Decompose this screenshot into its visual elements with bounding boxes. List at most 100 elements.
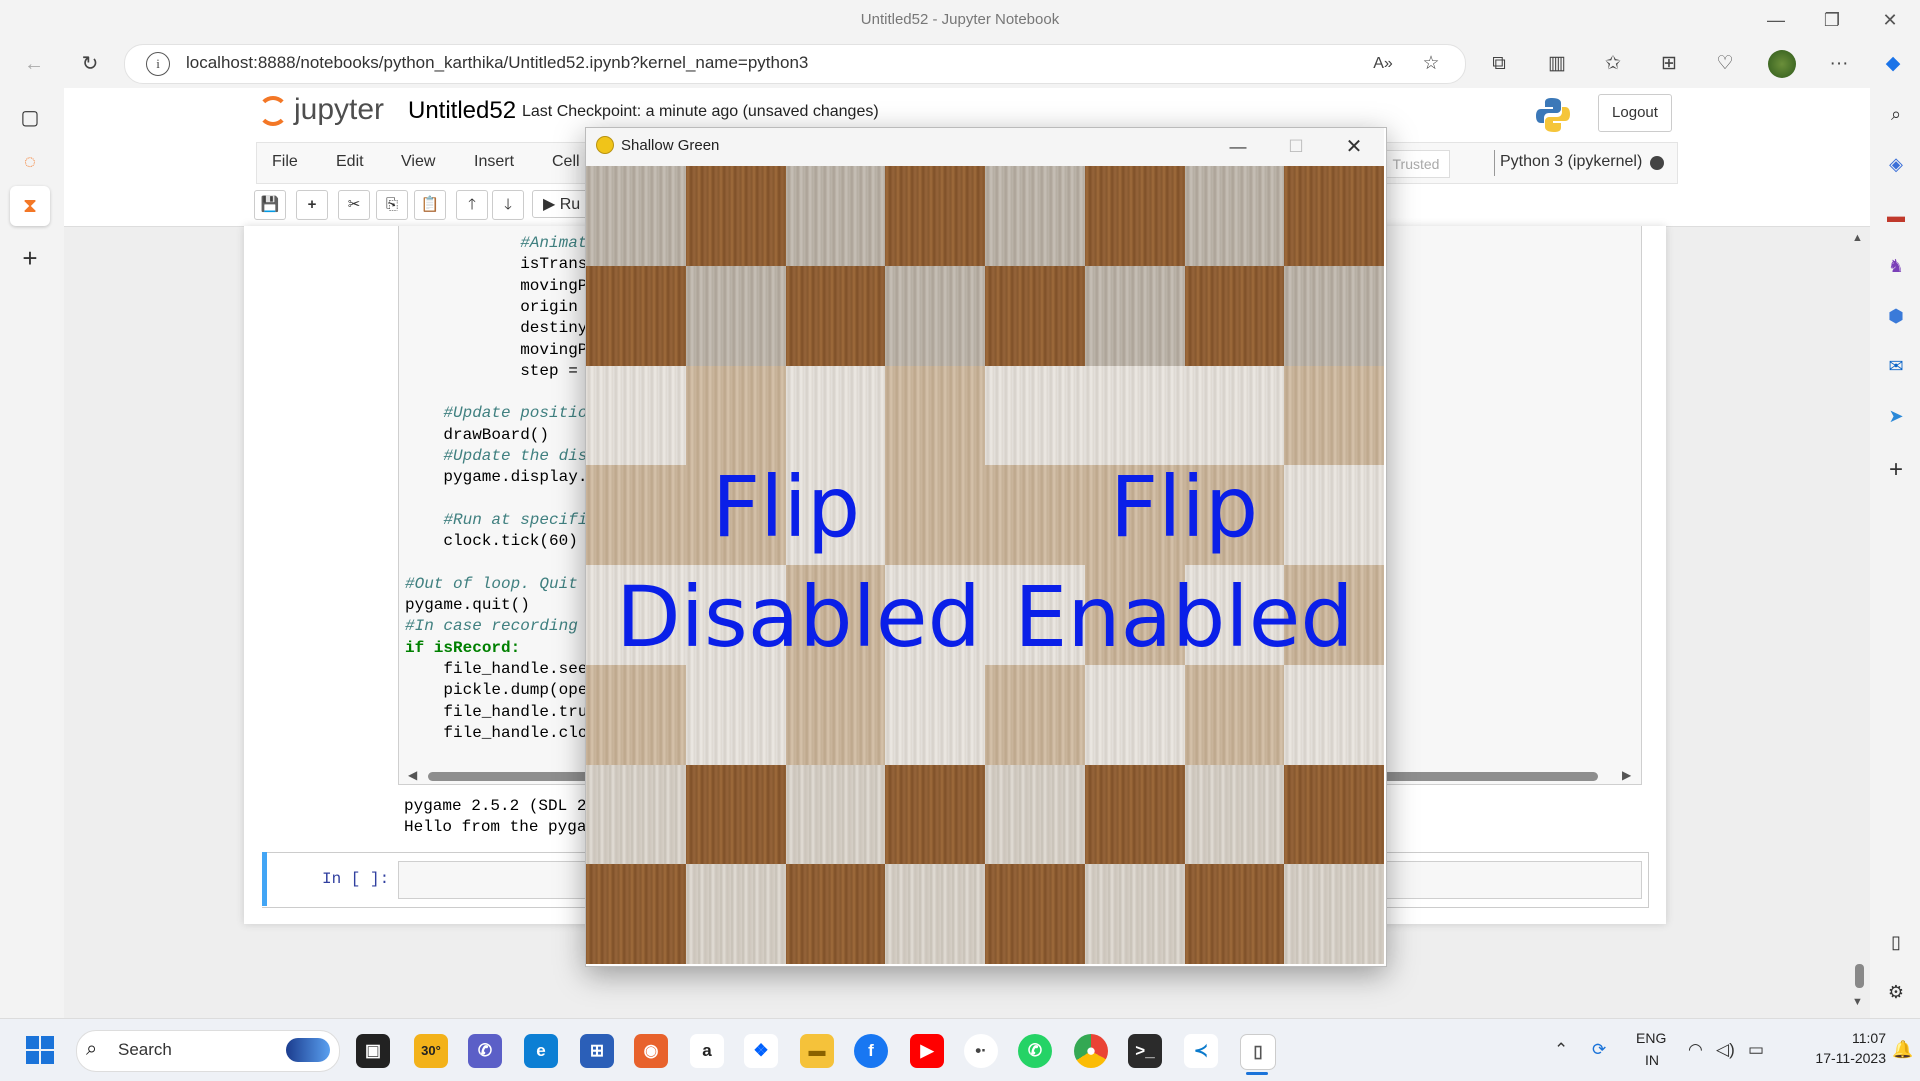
- jupyter-logo-icon[interactable]: [258, 96, 288, 126]
- save-icon[interactable]: 💾: [254, 190, 286, 220]
- whatsapp-icon[interactable]: ✆: [1018, 1034, 1052, 1068]
- board-square[interactable]: [885, 465, 985, 565]
- pygame-minimize-icon[interactable]: —: [1210, 128, 1266, 166]
- meet-icon[interactable]: •·: [964, 1034, 998, 1068]
- performance-icon[interactable]: ♡: [1708, 48, 1742, 80]
- board-square[interactable]: [985, 764, 1085, 865]
- menu-edit[interactable]: Edit: [336, 153, 364, 171]
- notepad-icon[interactable]: ▯: [1240, 1034, 1276, 1070]
- move-down-arrow-icon[interactable]: 🡓: [492, 190, 524, 220]
- facebook-icon[interactable]: f: [854, 1034, 888, 1068]
- notifications-bell-icon[interactable]: 🔔: [1892, 1040, 1913, 1060]
- board-square[interactable]: [785, 365, 886, 466]
- clock-time[interactable]: 11:07: [1810, 1030, 1886, 1046]
- add-sidebar-plus-icon[interactable]: +: [1880, 454, 1912, 486]
- favorite-star-icon[interactable]: ☆: [1414, 48, 1448, 80]
- url-text[interactable]: localhost:8888/notebooks/python_karthika…: [186, 53, 808, 73]
- wifi-icon[interactable]: ◠: [1688, 1040, 1703, 1060]
- board-square[interactable]: [985, 465, 1085, 565]
- board-square[interactable]: [586, 465, 686, 565]
- board-square[interactable]: [685, 365, 786, 466]
- board-square[interactable]: [885, 265, 985, 366]
- board-square[interactable]: [785, 166, 886, 266]
- insert-cell-plus-icon[interactable]: +: [296, 190, 328, 220]
- move-up-arrow-icon[interactable]: 🡑: [456, 190, 488, 220]
- paste-icon[interactable]: 📋: [414, 190, 446, 220]
- tools-icon[interactable]: ▬: [1880, 200, 1912, 232]
- board-square[interactable]: [1184, 265, 1285, 366]
- board-square[interactable]: [1284, 365, 1384, 466]
- board-square[interactable]: [885, 864, 985, 964]
- board-square[interactable]: [586, 764, 686, 865]
- vertical-scrollbar-thumb[interactable]: [1855, 964, 1864, 988]
- extensions-icon[interactable]: ⧉: [1482, 48, 1516, 80]
- board-square[interactable]: [1084, 764, 1185, 865]
- microsoft-365-icon[interactable]: ⬢: [1880, 300, 1912, 332]
- scroll-up-arrow-icon[interactable]: ▲: [1852, 232, 1863, 244]
- dropbox-icon[interactable]: ❖: [744, 1034, 778, 1068]
- terminal-icon[interactable]: >_: [1128, 1034, 1162, 1068]
- board-square[interactable]: [885, 764, 985, 865]
- pygame-close-icon[interactable]: ✕: [1326, 128, 1382, 166]
- board-square[interactable]: [1184, 365, 1285, 466]
- logout-button[interactable]: Logout: [1598, 94, 1672, 132]
- site-info-icon[interactable]: i: [146, 52, 170, 76]
- board-square[interactable]: [785, 664, 886, 765]
- board-square[interactable]: [685, 764, 786, 865]
- board-square[interactable]: [685, 166, 786, 266]
- back-arrow-icon[interactable]: ←: [16, 48, 52, 80]
- board-square[interactable]: [985, 265, 1085, 366]
- windows-start-icon[interactable]: [26, 1036, 54, 1064]
- board-square[interactable]: [985, 664, 1085, 765]
- task-view-icon[interactable]: ▣: [356, 1034, 390, 1068]
- favorites-icon[interactable]: ✩: [1596, 48, 1630, 80]
- board-square[interactable]: [985, 365, 1085, 466]
- games-icon[interactable]: ♞: [1880, 250, 1912, 282]
- firefox-icon[interactable]: ◉: [634, 1034, 668, 1068]
- menu-insert[interactable]: Insert: [474, 153, 514, 171]
- refresh-icon[interactable]: ↻: [72, 48, 108, 80]
- board-square[interactable]: [1284, 864, 1384, 964]
- more-menu-icon[interactable]: ···: [1822, 48, 1856, 80]
- close-icon[interactable]: ✕: [1862, 0, 1918, 40]
- board-square[interactable]: [586, 365, 686, 466]
- restore-icon[interactable]: ❐: [1804, 0, 1860, 40]
- board-square[interactable]: [1284, 764, 1384, 865]
- copilot-icon[interactable]: ◆: [1876, 48, 1910, 80]
- board-square[interactable]: [586, 864, 686, 964]
- new-tab-plus-icon[interactable]: +: [10, 238, 50, 278]
- copy-icon[interactable]: ⎘: [376, 190, 408, 220]
- shopping-icon[interactable]: ◈: [1880, 148, 1912, 180]
- flip-enabled-line2[interactable]: Enabled: [1014, 572, 1354, 662]
- sidebar-toggle-icon[interactable]: ▯: [1880, 926, 1912, 958]
- file-explorer-icon[interactable]: ▬: [800, 1034, 834, 1068]
- chrome-icon[interactable]: ●: [1074, 1034, 1108, 1068]
- board-square[interactable]: [885, 166, 985, 266]
- show-hidden-icons-chevron-icon[interactable]: ⌃: [1554, 1040, 1568, 1060]
- board-square[interactable]: [1084, 265, 1185, 366]
- notebook-title[interactable]: Untitled52: [408, 97, 516, 125]
- outlook-icon[interactable]: ✉: [1880, 350, 1912, 382]
- board-square[interactable]: [1084, 365, 1185, 466]
- flip-enabled-line1[interactable]: Flip: [1084, 462, 1284, 552]
- settings-gear-icon[interactable]: ⚙: [1880, 976, 1912, 1008]
- jupyter-tab-icon[interactable]: ◌: [10, 142, 50, 182]
- board-square[interactable]: [1284, 664, 1384, 765]
- board-square[interactable]: [685, 864, 786, 964]
- board-square[interactable]: [685, 664, 786, 765]
- weather-icon[interactable]: 30°: [414, 1034, 448, 1068]
- tab-actions-icon[interactable]: ▢: [10, 98, 50, 138]
- amazon-icon[interactable]: a: [690, 1034, 724, 1068]
- split-screen-icon[interactable]: ▥: [1540, 48, 1574, 80]
- board-square[interactable]: [985, 166, 1085, 266]
- menu-cell[interactable]: Cell: [552, 153, 580, 171]
- language-region[interactable]: IN: [1645, 1052, 1659, 1068]
- board-square[interactable]: [685, 265, 786, 366]
- menu-view[interactable]: View: [401, 153, 435, 171]
- jupyter-logo-text[interactable]: jupyter: [294, 93, 384, 127]
- board-square[interactable]: [1084, 166, 1185, 266]
- board-square[interactable]: [1184, 864, 1285, 964]
- board-square[interactable]: [785, 764, 886, 865]
- search-icon[interactable]: ⌕: [1880, 98, 1912, 130]
- profile-avatar[interactable]: [1768, 50, 1796, 78]
